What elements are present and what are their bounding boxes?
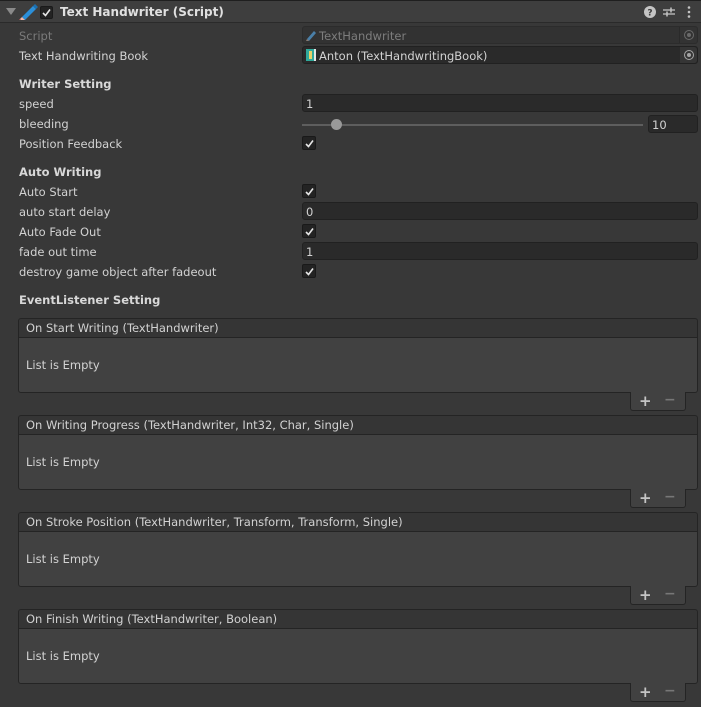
script-label: Script (19, 29, 53, 43)
add-listener-button[interactable]: + (639, 392, 652, 410)
event-list-body: List is Empty (18, 434, 698, 490)
script-row: Script TextHandwriter (0, 26, 701, 46)
position-feedback-checkbox[interactable] (302, 136, 316, 150)
bleeding-label: bleeding (19, 117, 69, 131)
event-list-body: List is Empty (18, 531, 698, 587)
checkmark-icon (305, 140, 314, 148)
position-feedback-label: Position Feedback (19, 137, 123, 151)
fade-out-time-row: fade out time 1 (0, 242, 701, 262)
pencil-script-icon (19, 4, 38, 20)
add-listener-button[interactable]: + (639, 489, 652, 507)
bleeding-slider-track[interactable] (302, 124, 643, 126)
event-header: On Finish Writing (TextHandwriter, Boole… (18, 609, 698, 629)
destroy-after-fadeout-checkbox[interactable] (302, 264, 316, 278)
book-object-field[interactable]: Anton (TextHandwritingBook) (302, 46, 698, 64)
auto-fade-out-row: Auto Fade Out (0, 222, 701, 242)
auto-start-row: Auto Start (0, 182, 701, 202)
event-list-footer: + − (630, 489, 686, 508)
component-title: Text Handwriter (Script) (60, 5, 224, 19)
auto-start-delay-row: auto start delay 0 (0, 202, 701, 222)
event-list-body: List is Empty (18, 628, 698, 684)
writer-setting-header: Writer Setting (19, 77, 112, 91)
checkmark-icon (305, 268, 314, 276)
event-list-body: List is Empty (18, 337, 698, 393)
auto-fade-out-label: Auto Fade Out (19, 225, 101, 239)
speed-row: speed 1 (0, 94, 701, 114)
auto-start-delay-input[interactable]: 0 (302, 202, 698, 220)
auto-start-checkbox[interactable] (302, 184, 316, 198)
event-list-footer: + − (630, 392, 686, 411)
remove-listener-button[interactable]: − (664, 489, 676, 505)
bleeding-slider-thumb[interactable] (330, 119, 342, 130)
event-header: On Stroke Position (TextHandwriter, Tran… (18, 512, 698, 532)
fade-out-time-label: fade out time (19, 245, 97, 259)
presets-icon[interactable] (661, 4, 677, 20)
help-icon[interactable]: ? (642, 4, 658, 20)
auto-start-delay-label: auto start delay (19, 205, 111, 219)
auto-start-label: Auto Start (19, 185, 78, 199)
auto-writing-header: Auto Writing (19, 165, 102, 179)
add-listener-button[interactable]: + (639, 586, 652, 604)
event-listener-setting-header: EventListener Setting (19, 293, 161, 307)
kebab-menu-icon[interactable] (681, 4, 697, 20)
event-header: On Writing Progress (TextHandwriter, Int… (18, 415, 698, 435)
pencil-script-icon (306, 31, 316, 41)
script-value: TextHandwriter (319, 29, 407, 43)
book-asset-icon (306, 49, 316, 61)
fade-out-time-input[interactable]: 1 (302, 242, 698, 260)
destroy-after-fadeout-row: destroy game object after fadeout (0, 262, 701, 282)
svg-text:?: ? (647, 9, 652, 19)
auto-fade-out-checkbox[interactable] (302, 224, 316, 238)
checkmark-icon (305, 188, 314, 196)
object-picker-button[interactable] (679, 47, 697, 63)
add-listener-button[interactable]: + (639, 683, 652, 701)
book-label: Text Handwriting Book (19, 49, 149, 63)
remove-listener-button[interactable]: − (664, 586, 676, 602)
checkmark-icon (305, 228, 314, 236)
speed-input[interactable]: 1 (302, 94, 698, 112)
book-value: Anton (TextHandwritingBook) (319, 49, 488, 63)
event-list-footer: + − (630, 586, 686, 605)
book-row: Text Handwriting Book Anton (TextHandwri… (0, 46, 701, 66)
object-picker-button (679, 27, 697, 43)
component-enabled-toggle[interactable] (40, 6, 53, 19)
event-list-footer: + − (630, 683, 686, 702)
checkmark-icon (42, 9, 51, 17)
component-header[interactable]: Text Handwriter (Script) ? (0, 0, 701, 23)
remove-listener-button[interactable]: − (664, 392, 676, 408)
bleeding-row: bleeding 10 (0, 114, 701, 134)
script-object-field: TextHandwriter (302, 26, 698, 44)
position-feedback-row: Position Feedback (0, 134, 701, 154)
event-header: On Start Writing (TextHandwriter) (18, 318, 698, 338)
speed-label: speed (19, 97, 54, 111)
destroy-after-fadeout-label: destroy game object after fadeout (19, 265, 217, 279)
foldout-arrow-icon[interactable] (6, 8, 16, 15)
remove-listener-button[interactable]: − (664, 683, 676, 699)
bleeding-input[interactable]: 10 (648, 115, 698, 133)
